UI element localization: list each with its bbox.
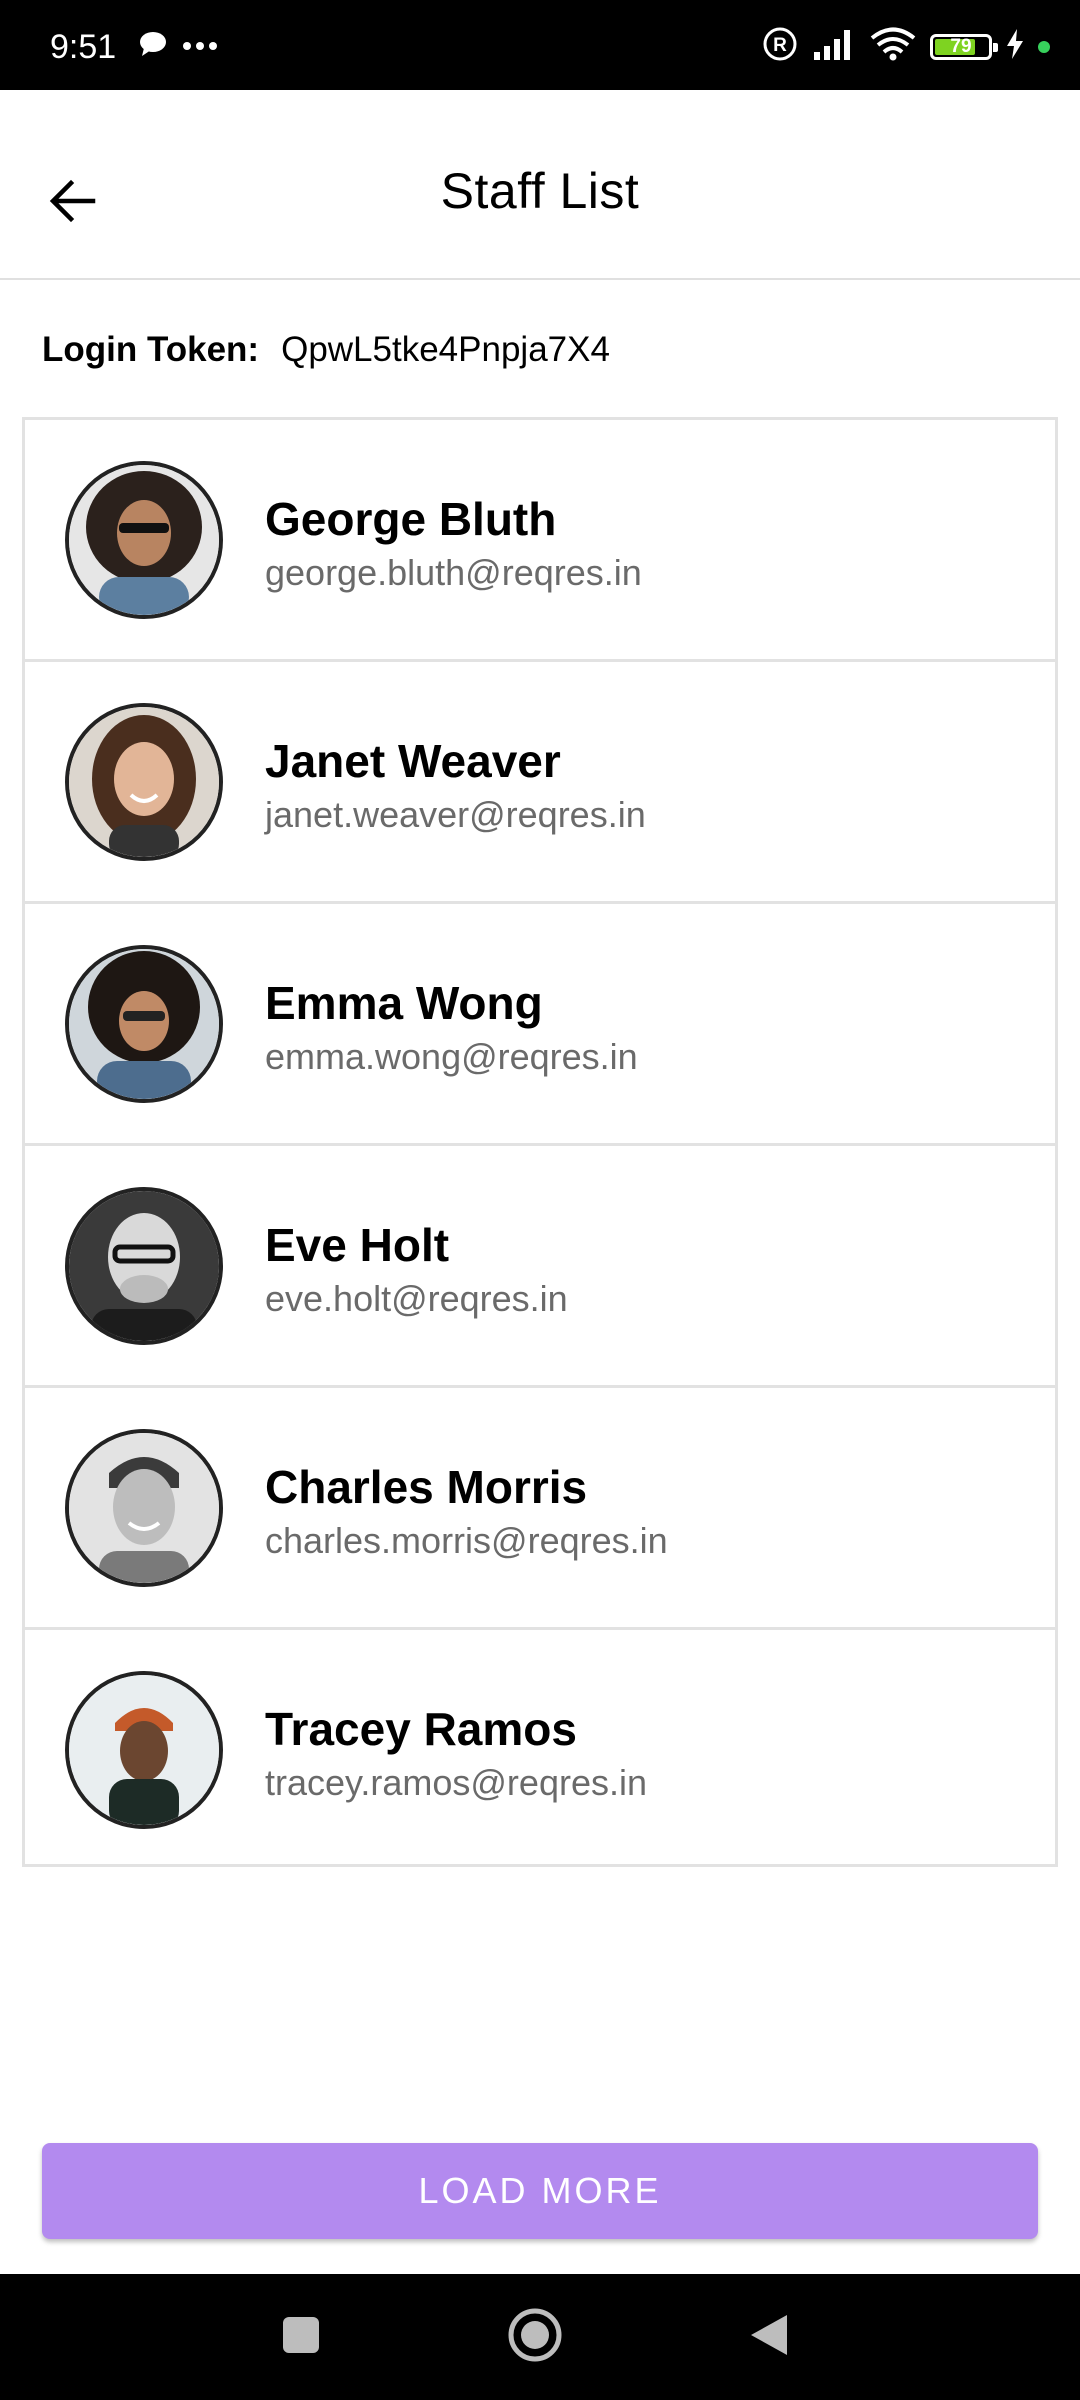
avatar <box>65 1671 223 1829</box>
avatar <box>65 461 223 619</box>
staff-item[interactable]: Eve Holt eve.holt@reqres.in <box>25 1146 1055 1388</box>
battery-icon: 79 <box>930 33 998 60</box>
staff-email: charles.morris@reqres.in <box>265 1520 668 1561</box>
staff-email: janet.weaver@reqres.in <box>265 794 646 835</box>
token-value: QpwL5tke4Pnpja7X4 <box>281 330 610 369</box>
square-icon <box>281 2315 321 2360</box>
svg-text:R: R <box>773 35 787 56</box>
chat-bubble-icon <box>138 30 168 63</box>
status-time: 9:51 <box>50 28 117 66</box>
staff-item[interactable]: Tracey Ramos tracey.ramos@reqres.in <box>25 1630 1055 1872</box>
nav-bar <box>0 2274 1080 2400</box>
avatar <box>65 1187 223 1345</box>
registered-icon: R <box>762 26 798 67</box>
status-bar: 9:51 R 79 <box>0 0 1080 90</box>
app-header: Staff List <box>0 90 1080 280</box>
staff-name: Emma Wong <box>265 977 543 1029</box>
charging-icon <box>1006 29 1024 64</box>
more-dots-icon <box>182 38 218 56</box>
back-nav-button[interactable] <box>736 2304 802 2370</box>
staff-name: Charles Morris <box>265 1461 588 1513</box>
green-dot-icon <box>1038 40 1050 53</box>
wifi-icon <box>870 27 916 66</box>
staff-item[interactable]: Emma Wong emma.wong@reqres.in <box>25 904 1055 1146</box>
triangle-back-icon <box>747 2311 791 2364</box>
staff-item[interactable]: George Bluth george.bluth@reqres.in <box>25 420 1055 662</box>
staff-name: Janet Weaver <box>265 735 561 787</box>
token-label: Login Token: <box>42 330 260 369</box>
staff-email: george.bluth@reqres.in <box>265 552 642 593</box>
staff-item[interactable]: Janet Weaver janet.weaver@reqres.in <box>25 662 1055 904</box>
staff-name: George Bluth <box>265 493 557 545</box>
staff-list: George Bluth george.bluth@reqres.in Jane… <box>22 417 1058 1867</box>
home-circle-icon <box>507 2307 563 2368</box>
home-button[interactable] <box>502 2304 568 2370</box>
avatar <box>65 1429 223 1587</box>
staff-email: emma.wong@reqres.in <box>265 1036 638 1077</box>
recents-button[interactable] <box>268 2304 334 2370</box>
token-row: Login Token: QpwL5tke4Pnpja7X4 <box>42 330 610 370</box>
staff-email: tracey.ramos@reqres.in <box>265 1762 647 1803</box>
staff-email: eve.holt@reqres.in <box>265 1278 568 1319</box>
avatar <box>65 945 223 1103</box>
staff-item[interactable]: Charles Morris charles.morris@reqres.in <box>25 1388 1055 1630</box>
avatar <box>65 703 223 861</box>
battery-level: 79 <box>950 35 972 57</box>
page-title: Staff List <box>440 163 640 219</box>
staff-name: Tracey Ramos <box>265 1703 577 1755</box>
load-more-button[interactable]: LOAD MORE <box>42 2143 1038 2239</box>
staff-name: Eve Holt <box>265 1219 450 1271</box>
signal-icon <box>812 28 856 65</box>
